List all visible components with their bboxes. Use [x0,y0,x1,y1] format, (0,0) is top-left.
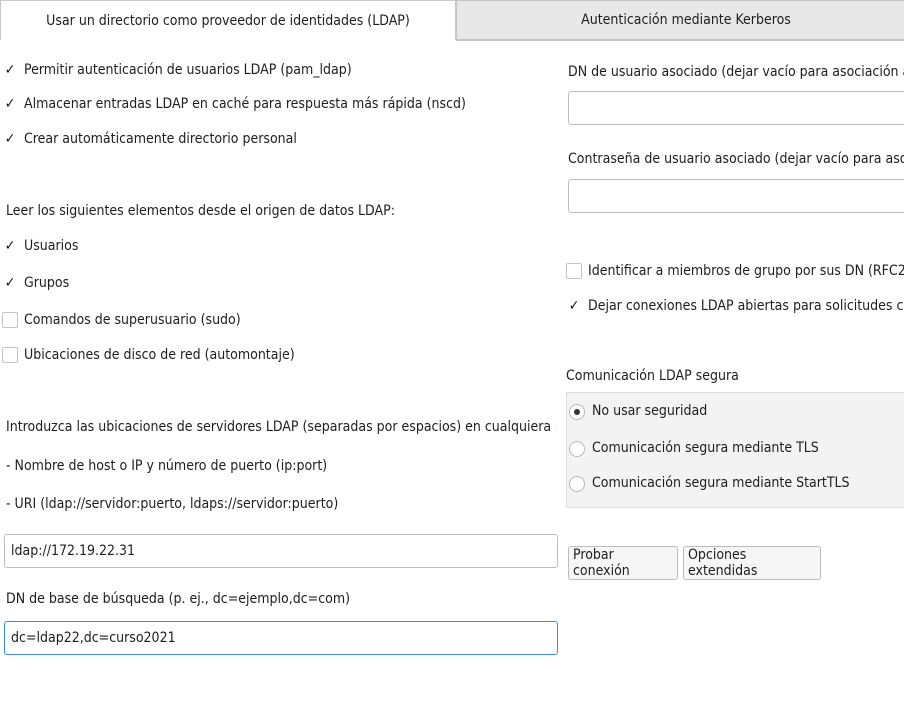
extended-options-label: Opciones extendidas [688,547,758,579]
extended-options-button[interactable]: Opciones extendidas [683,546,821,580]
servers-intro-text: Introduzca las ubicaciones de servidores… [6,419,556,435]
tab-divider [456,40,904,41]
starttls-label: Comunicación segura mediante StartTLS [592,475,850,491]
starttls-radio[interactable] [569,476,585,492]
test-connection-label: Probar conexión [573,547,630,579]
tab-kerberos-label: Autenticación mediante Kerberos [581,12,791,28]
basedn-input[interactable]: dc=ldap22,dc=curso2021 [4,621,558,655]
bindpw-input[interactable] [568,179,904,213]
pam-label: Permitir autenticación de usuarios LDAP … [24,62,352,78]
users-label: Usuarios [24,238,79,254]
no-security-label: No usar seguridad [592,403,708,419]
servers-hint-hostport: - Nombre de host o IP y número de puerto… [6,458,328,474]
users-checkbox[interactable]: ✓ [2,238,18,254]
ldap-server-value: ldap://172.19.22.31 [11,543,136,559]
rfc2307bis-label: Identificar a miembros de grupo por sus … [588,263,904,279]
homedir-label: Crear automáticamente directorio persona… [24,131,297,147]
read-elements-heading: Leer los siguientes elementos desde el o… [6,203,395,219]
bindpw-label: Contraseña de usuario asociado (dejar va… [568,151,904,167]
groups-label: Grupos [24,275,70,291]
tls-label: Comunicación segura mediante TLS [592,440,819,456]
automount-label: Ubicaciones de disco de red (automontaje… [24,347,295,363]
ldap-server-input[interactable]: ldap://172.19.22.31 [4,534,558,568]
sudo-checkbox[interactable] [2,312,18,328]
tab-ldap[interactable]: Usar un directorio como proveedor de ide… [0,0,456,40]
binddn-input[interactable] [568,91,904,125]
servers-hint-uri: - URI (ldap://servidor:puerto, ldaps://s… [6,496,339,512]
nscd-checkbox[interactable]: ✓ [2,96,18,112]
groups-checkbox[interactable]: ✓ [2,275,18,291]
sudo-label: Comandos de superusuario (sudo) [24,312,241,328]
automount-checkbox[interactable] [2,347,18,363]
homedir-checkbox[interactable]: ✓ [2,131,18,147]
tab-ldap-label: Usar un directorio como proveedor de ide… [46,12,410,29]
basedn-value: dc=ldap22,dc=curso2021 [11,630,176,646]
basedn-label: DN de base de búsqueda (p. ej., dc=ejemp… [6,591,351,607]
tab-kerberos[interactable]: Autenticación mediante Kerberos [456,0,904,40]
persistent-connections-label: Dejar conexiones LDAP abiertas para soli… [588,298,904,314]
nscd-label: Almacenar entradas LDAP en caché para re… [24,96,466,112]
tls-radio[interactable] [569,441,585,457]
rfc2307bis-checkbox[interactable] [566,263,582,279]
test-connection-button[interactable]: Probar conexión [568,546,678,580]
no-security-radio[interactable] [569,404,585,420]
persistent-connections-checkbox[interactable]: ✓ [566,298,582,314]
pam-checkbox[interactable]: ✓ [2,62,18,78]
binddn-label: DN de usuario asociado (dejar vacío para… [568,64,904,80]
secure-communication-heading: Comunicación LDAP segura [566,368,739,384]
